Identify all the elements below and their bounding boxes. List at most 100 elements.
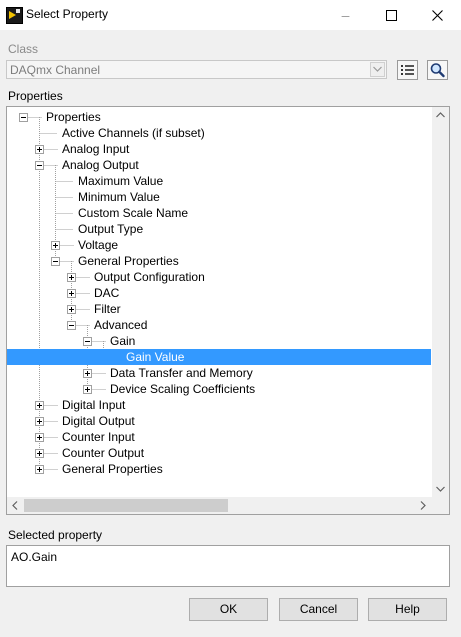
window-title: Select Property	[26, 7, 109, 21]
expand-icon[interactable]	[35, 145, 44, 154]
tree-item-label: Advanced	[94, 318, 148, 332]
properties-label: Properties	[8, 89, 63, 103]
tree-item[interactable]: General Properties	[7, 461, 431, 477]
tree-item-label: Custom Scale Name	[78, 206, 189, 220]
cancel-button[interactable]: Cancel	[279, 598, 358, 621]
class-dropdown-value: DAQmx Channel	[10, 63, 101, 77]
tree-item[interactable]: Counter Input	[7, 429, 431, 445]
scroll-up-button[interactable]	[432, 107, 449, 124]
search-button[interactable]	[427, 60, 448, 80]
tree-item-label: Properties	[46, 110, 101, 124]
tree-item-label: Data Transfer and Memory	[110, 366, 253, 380]
tree-item[interactable]: Digital Output	[7, 413, 431, 429]
tree-item[interactable]: Output Type	[7, 221, 431, 237]
tree-item-label: Analog Output	[62, 158, 139, 172]
selected-property-label: Selected property	[8, 528, 103, 542]
tree-item[interactable]: Filter	[7, 301, 431, 317]
tree-item[interactable]: Analog Input	[7, 141, 431, 157]
tree-item[interactable]: Device Scaling Coefficients	[7, 381, 431, 397]
tree-item[interactable]: Digital Input	[7, 397, 431, 413]
tree-item[interactable]: Minimum Value	[7, 189, 431, 205]
title-bar: Select Property –	[0, 0, 461, 31]
expand-icon[interactable]	[83, 385, 92, 394]
expand-icon[interactable]	[67, 289, 76, 298]
collapse-icon[interactable]	[19, 113, 28, 122]
class-dropdown-arrow[interactable]	[370, 62, 385, 77]
tree-item-label: General Properties	[78, 254, 179, 268]
tree-item-label: Gain Value	[126, 350, 185, 364]
tree-item-label: Digital Input	[62, 398, 126, 412]
collapse-icon[interactable]	[51, 257, 60, 266]
tree-item-label: Gain	[110, 334, 136, 348]
tree-item[interactable]: Analog Output	[7, 157, 431, 173]
class-label: Class	[8, 42, 39, 56]
horizontal-scroll-thumb[interactable]	[24, 499, 228, 512]
scroll-right-button[interactable]	[415, 497, 432, 514]
ok-button[interactable]: OK	[189, 598, 268, 621]
tree-item-label: Maximum Value	[78, 174, 164, 188]
maximize-icon	[386, 10, 397, 21]
tree-item-label: Active Channels (if subset)	[62, 126, 205, 140]
tree-item-label: DAC	[94, 286, 120, 300]
tree-item[interactable]: Gain Value	[7, 349, 431, 365]
tree-item-label: Analog Input	[62, 142, 130, 156]
tree-item-label: Output Type	[78, 222, 144, 236]
collapse-icon[interactable]	[67, 321, 76, 330]
minimize-button[interactable]: –	[323, 0, 368, 30]
tree-item-label: Digital Output	[62, 414, 135, 428]
close-button[interactable]	[415, 0, 460, 30]
selected-property-value: AO.Gain	[11, 550, 58, 564]
close-icon	[432, 10, 443, 21]
tree-item[interactable]: Data Transfer and Memory	[7, 365, 431, 381]
selected-property-field[interactable]: AO.Gain	[6, 545, 450, 587]
tree-item[interactable]: Properties	[7, 109, 431, 125]
tree-item-label: Output Configuration	[94, 270, 205, 284]
collapse-icon[interactable]	[83, 337, 92, 346]
show-list-button[interactable]	[397, 60, 418, 80]
chevron-right-icon	[420, 501, 426, 510]
search-icon	[430, 63, 445, 78]
chevron-down-icon	[373, 66, 382, 72]
expand-icon[interactable]	[35, 449, 44, 458]
scrollbar-corner	[432, 497, 449, 514]
chevron-left-icon	[12, 501, 18, 510]
expand-icon[interactable]	[83, 369, 92, 378]
tree-item[interactable]: General Properties	[7, 253, 431, 269]
tree-item[interactable]: Advanced	[7, 317, 431, 333]
tree-item-label: Filter	[94, 302, 121, 316]
tree-item[interactable]: Counter Output	[7, 445, 431, 461]
labview-app-icon	[6, 7, 23, 24]
tree-item-label: Counter Input	[62, 430, 135, 444]
tree-item-label: Device Scaling Coefficients	[110, 382, 256, 396]
tree-item[interactable]: Custom Scale Name	[7, 205, 431, 221]
chevron-down-icon	[436, 486, 445, 492]
properties-tree[interactable]: Properties Active Channels (if subset) Ana…	[6, 106, 450, 515]
tree-item[interactable]: Maximum Value	[7, 173, 431, 189]
tree-item[interactable]: Output Configuration	[7, 269, 431, 285]
collapse-icon[interactable]	[35, 161, 44, 170]
expand-icon[interactable]	[67, 273, 76, 282]
chevron-up-icon	[436, 112, 445, 118]
tree-item-label: General Properties	[62, 462, 163, 476]
expand-icon[interactable]	[51, 241, 60, 250]
tree-item-label: Minimum Value	[78, 190, 160, 204]
expand-icon[interactable]	[35, 401, 44, 410]
expand-icon[interactable]	[35, 433, 44, 442]
tree-item[interactable]: Gain	[7, 333, 431, 349]
tree-item-label: Voltage	[78, 238, 119, 252]
class-dropdown[interactable]: DAQmx Channel	[6, 60, 387, 79]
horizontal-scrollbar[interactable]	[7, 497, 432, 514]
minimize-icon: –	[341, 7, 350, 23]
vertical-scrollbar[interactable]	[432, 107, 449, 498]
tree-item[interactable]: Active Channels (if subset)	[7, 125, 431, 141]
expand-icon[interactable]	[67, 305, 76, 314]
help-button[interactable]: Help	[368, 598, 447, 621]
expand-icon[interactable]	[35, 465, 44, 474]
expand-icon[interactable]	[35, 417, 44, 426]
tree-item[interactable]: DAC	[7, 285, 431, 301]
tree-item[interactable]: Voltage	[7, 237, 431, 253]
scroll-left-button[interactable]	[7, 497, 24, 514]
scroll-down-button[interactable]	[432, 481, 449, 498]
list-icon	[401, 65, 414, 75]
maximize-button[interactable]	[369, 0, 414, 30]
